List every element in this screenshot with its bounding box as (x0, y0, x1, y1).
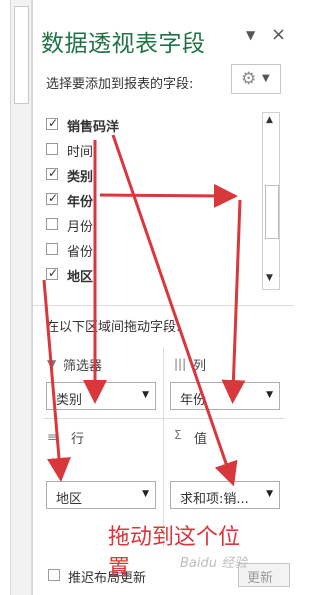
arrow-year-to-columns (221, 199, 246, 404)
arrow-year-to-columns-head (99, 183, 238, 208)
watermark: Baidu 经验 (180, 556, 248, 571)
annotation-text-line1: 拖动到这个位 (108, 525, 241, 550)
annotation-arrows (42, 134, 246, 487)
arrow-region-to-rows (42, 279, 71, 482)
annotation-text-line2: 置 (108, 556, 131, 581)
arrow-sales-to-values (111, 134, 238, 487)
